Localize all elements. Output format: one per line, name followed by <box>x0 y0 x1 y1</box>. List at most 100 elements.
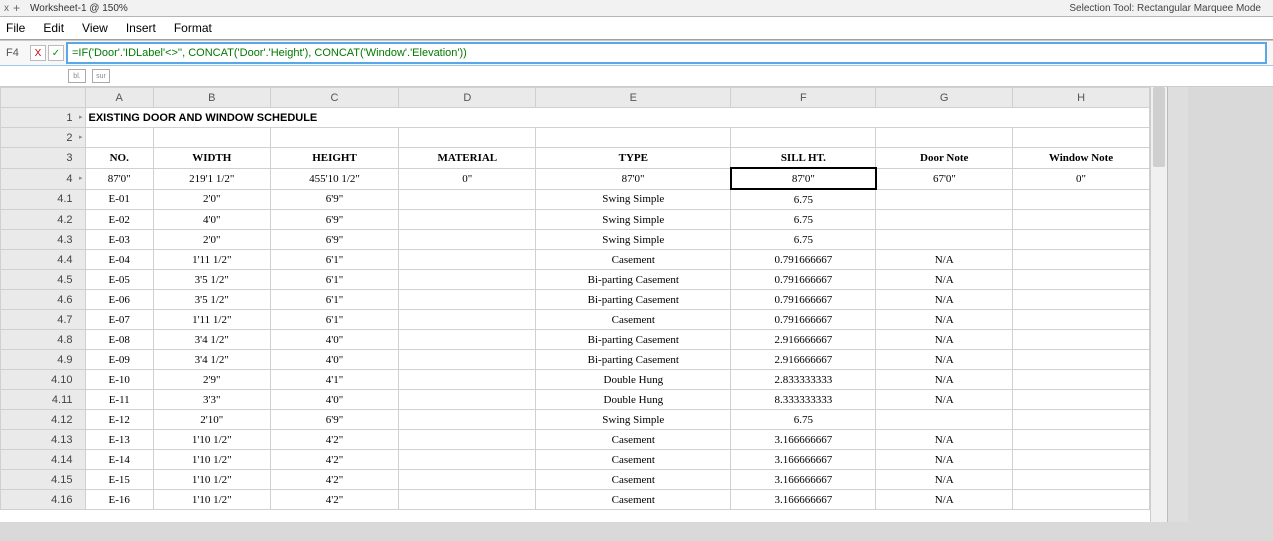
cell[interactable] <box>399 430 536 450</box>
cell[interactable]: N/A <box>876 310 1013 330</box>
cell[interactable] <box>876 410 1013 430</box>
cell[interactable] <box>399 128 536 148</box>
cell[interactable] <box>1013 128 1150 148</box>
cell[interactable] <box>876 230 1013 250</box>
cell[interactable] <box>399 250 536 270</box>
cell[interactable] <box>876 210 1013 230</box>
mini-icon-2[interactable]: sur <box>92 69 110 83</box>
cell[interactable] <box>399 310 536 330</box>
cell[interactable]: Double Hung <box>536 370 731 390</box>
cell[interactable] <box>1013 250 1150 270</box>
row-header[interactable]: 4.4 <box>1 250 86 270</box>
cell[interactable]: Casement <box>536 470 731 490</box>
document-tab-title[interactable]: Worksheet-1 @ 150% <box>30 3 128 14</box>
cell[interactable]: 219'1 1/2" <box>153 168 270 189</box>
cell[interactable]: E-04 <box>85 250 153 270</box>
cell[interactable]: 6.75 <box>731 210 876 230</box>
cell[interactable]: HEIGHT <box>270 148 399 169</box>
cell[interactable]: E-10 <box>85 370 153 390</box>
sheet-title[interactable]: EXISTING DOOR AND WINDOW SCHEDULE <box>85 108 1150 128</box>
col-header-B[interactable]: B <box>153 88 270 108</box>
expand-arrow-icon[interactable]: ▸ <box>79 133 83 141</box>
cell[interactable] <box>1013 210 1150 230</box>
accept-edit-icon[interactable]: ✓ <box>48 45 64 61</box>
cell[interactable]: N/A <box>876 390 1013 410</box>
expand-arrow-icon[interactable]: ▸ <box>79 113 83 121</box>
row-header[interactable]: 4.9 <box>1 350 86 370</box>
cell[interactable] <box>1013 290 1150 310</box>
cell[interactable]: E-03 <box>85 230 153 250</box>
scroll-thumb[interactable] <box>1153 87 1165 167</box>
cell[interactable] <box>153 128 270 148</box>
cell[interactable]: E-09 <box>85 350 153 370</box>
menu-edit[interactable]: Edit <box>43 21 64 35</box>
cell[interactable]: 4'0" <box>153 210 270 230</box>
row-header[interactable]: 4.13 <box>1 430 86 450</box>
cell[interactable]: 0.791666667 <box>731 270 876 290</box>
cell[interactable]: 0.791666667 <box>731 290 876 310</box>
cell[interactable] <box>876 128 1013 148</box>
cell[interactable]: E-08 <box>85 330 153 350</box>
cell[interactable]: 87'0" <box>731 168 876 189</box>
cell[interactable]: 0.791666667 <box>731 250 876 270</box>
cell[interactable]: Casement <box>536 250 731 270</box>
cell[interactable] <box>399 370 536 390</box>
cell[interactable]: 6.75 <box>731 189 876 210</box>
row-header[interactable]: 4.1 <box>1 189 86 210</box>
cell[interactable]: 3'3" <box>153 390 270 410</box>
cell[interactable]: Casement <box>536 490 731 510</box>
cell[interactable]: Bi-parting Casement <box>536 270 731 290</box>
cell[interactable]: 1'10 1/2" <box>153 450 270 470</box>
cell[interactable] <box>1013 370 1150 390</box>
cell[interactable]: 4'2" <box>270 430 399 450</box>
spreadsheet-grid[interactable]: ABCDEFGH 1▸EXISTING DOOR AND WINDOW SCHE… <box>0 87 1150 510</box>
cell[interactable] <box>399 470 536 490</box>
cell[interactable]: N/A <box>876 490 1013 510</box>
cell[interactable]: 0" <box>399 168 536 189</box>
cell[interactable]: 3'4 1/2" <box>153 350 270 370</box>
cell[interactable]: NO. <box>85 148 153 169</box>
cell[interactable]: 2'0" <box>153 230 270 250</box>
row-header[interactable]: 4.6 <box>1 290 86 310</box>
cell[interactable]: N/A <box>876 450 1013 470</box>
col-header-F[interactable]: F <box>731 88 876 108</box>
cell[interactable]: 6'1" <box>270 290 399 310</box>
cell[interactable]: 2.916666667 <box>731 330 876 350</box>
cell[interactable]: 455'10 1/2" <box>270 168 399 189</box>
cell[interactable] <box>1013 410 1150 430</box>
cell[interactable]: 2.916666667 <box>731 350 876 370</box>
cell[interactable]: N/A <box>876 270 1013 290</box>
col-header-G[interactable]: G <box>876 88 1013 108</box>
cell[interactable] <box>1013 450 1150 470</box>
cell[interactable]: 8.333333333 <box>731 390 876 410</box>
cell[interactable]: 3.166666667 <box>731 450 876 470</box>
cell[interactable]: 1'10 1/2" <box>153 490 270 510</box>
cell[interactable]: 6'9" <box>270 410 399 430</box>
row-header[interactable]: 4.11 <box>1 390 86 410</box>
cell[interactable]: 4'0" <box>270 390 399 410</box>
cell[interactable] <box>536 128 731 148</box>
cell[interactable] <box>399 189 536 210</box>
cell[interactable]: WIDTH <box>153 148 270 169</box>
cell[interactable]: N/A <box>876 350 1013 370</box>
cell[interactable]: 6.75 <box>731 230 876 250</box>
close-tab-icon[interactable]: x <box>4 3 9 14</box>
cell[interactable]: Bi-parting Casement <box>536 290 731 310</box>
cell[interactable]: 4'0" <box>270 330 399 350</box>
cell[interactable] <box>1013 330 1150 350</box>
col-header-C[interactable]: C <box>270 88 399 108</box>
cell[interactable]: 0.791666667 <box>731 310 876 330</box>
cell[interactable]: 6'1" <box>270 250 399 270</box>
cell[interactable]: E-13 <box>85 430 153 450</box>
row-header[interactable]: 4.14 <box>1 450 86 470</box>
col-header-D[interactable]: D <box>399 88 536 108</box>
cell[interactable]: E-12 <box>85 410 153 430</box>
cell[interactable]: 1'10 1/2" <box>153 430 270 450</box>
cell[interactable] <box>399 410 536 430</box>
col-header-A[interactable]: A <box>85 88 153 108</box>
cell[interactable]: 87'0" <box>536 168 731 189</box>
menu-file[interactable]: File <box>6 21 25 35</box>
new-tab-icon[interactable]: + <box>13 1 20 15</box>
cell[interactable] <box>1013 430 1150 450</box>
cell[interactable]: TYPE <box>536 148 731 169</box>
